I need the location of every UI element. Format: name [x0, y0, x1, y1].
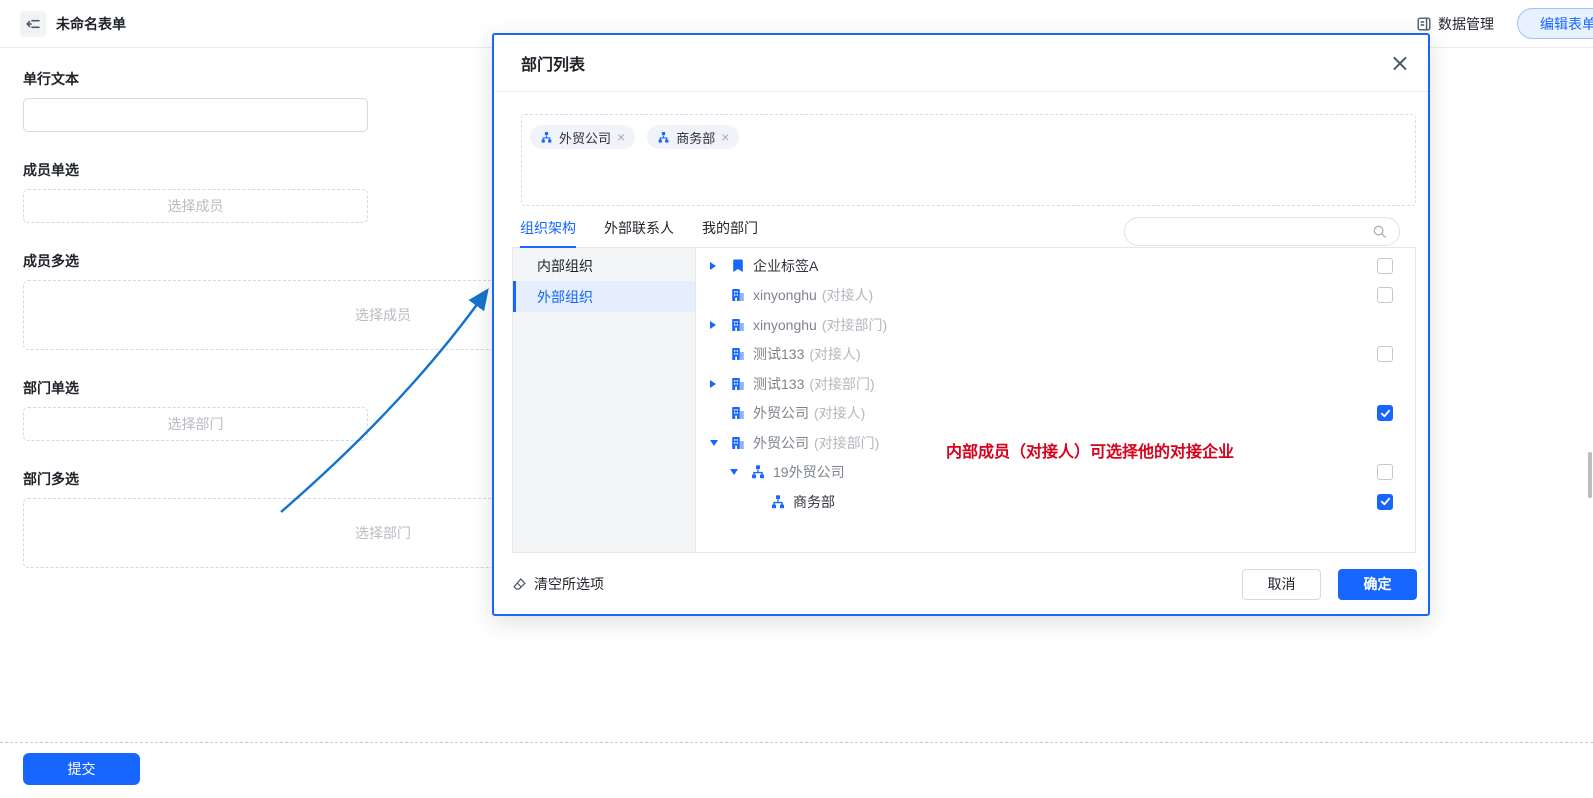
data-manage-label: 数据管理 [1438, 14, 1494, 34]
text-input[interactable] [23, 98, 368, 132]
node-name: 外贸公司 [753, 433, 809, 453]
building-icon [730, 346, 746, 362]
expand-arrow-icon[interactable] [710, 321, 730, 329]
select-box[interactable]: 选择成员 [23, 189, 368, 223]
checkbox[interactable] [1377, 405, 1393, 421]
close-icon[interactable]: × [1390, 51, 1410, 75]
tab-item[interactable]: 外部联系人 [604, 218, 674, 247]
tree-row[interactable]: 19外贸公司 [696, 458, 1415, 488]
remove-tag-icon[interactable]: × [617, 129, 625, 145]
tag-label: 外贸公司 [559, 128, 611, 147]
expand-arrow-icon[interactable] [710, 262, 730, 270]
tree-row[interactable]: 测试133(对接部门) [696, 369, 1415, 399]
org-sidebar: 内部组织外部组织 [513, 248, 696, 552]
building-icon [730, 405, 746, 421]
topbar-actions: 数据管理 编辑表单 [1416, 8, 1593, 39]
data-manage-button[interactable]: 数据管理 [1416, 14, 1494, 34]
node-name: xinyonghu [753, 317, 817, 333]
expand-arrow-icon[interactable] [730, 469, 750, 475]
org-structure-panel: 内部组织外部组织 内部成员（对接人）可选择他的对接企业 企业标签Axinyong… [512, 248, 1416, 553]
edit-form-button[interactable]: 编辑表单 [1517, 8, 1593, 39]
placeholder-text: 选择成员 [355, 305, 411, 325]
clear-selection-button[interactable]: 清空所选项 [512, 574, 604, 594]
tree-row[interactable]: 商务部 [696, 487, 1415, 517]
tab-active[interactable]: 组织架构 [520, 218, 576, 248]
checkbox[interactable] [1377, 464, 1393, 480]
node-name: 商务部 [793, 492, 835, 512]
tree-row[interactable]: 测试133(对接人) [696, 340, 1415, 370]
collapse-back-icon[interactable] [20, 11, 46, 37]
modal-title: 部门列表 [521, 51, 585, 75]
page-scrollbar-thumb[interactable] [1588, 452, 1592, 498]
selected-tags-area: 外贸公司 × 商务部 × [521, 114, 1416, 206]
checkbox[interactable] [1377, 258, 1393, 274]
tree-row[interactable]: 外贸公司(对接部门) [696, 428, 1415, 458]
tag-label: 商务部 [676, 128, 715, 147]
node-suffix: (对接部门) [822, 315, 887, 335]
building-icon [730, 317, 746, 333]
submit-button[interactable]: 提交 [23, 753, 140, 785]
search-field[interactable] [1137, 223, 1372, 240]
placeholder-text: 选择部门 [355, 523, 411, 543]
form-document-icon [1416, 16, 1432, 32]
sidebar-item[interactable]: 内部组织 [513, 250, 695, 281]
node-name: 企业标签A [753, 256, 818, 276]
cancel-button[interactable]: 取消 [1242, 569, 1321, 600]
search-icon [1372, 224, 1387, 239]
select-box[interactable]: 选择部门 [23, 407, 368, 441]
page-title: 未命名表单 [56, 14, 126, 34]
tree-row[interactable]: xinyonghu (对接部门) [696, 310, 1415, 340]
sidebar-item[interactable]: 外部组织 [513, 281, 695, 312]
node-suffix: (对接人) [822, 285, 873, 305]
tree-row[interactable]: xinyonghu (对接人) [696, 281, 1415, 311]
node-suffix: (对接人) [814, 403, 865, 423]
expand-arrow-icon[interactable] [710, 380, 730, 388]
expand-arrow-icon[interactable] [710, 440, 730, 446]
node-name: xinyonghu [753, 287, 817, 303]
tab-item[interactable]: 我的部门 [702, 218, 758, 247]
modal-header: 部门列表 × [494, 35, 1428, 92]
org-tree: 内部成员（对接人）可选择他的对接企业 企业标签Axinyonghu(对接人)xi… [696, 248, 1415, 552]
tree-row[interactable]: 外贸公司(对接人) [696, 399, 1415, 429]
form-footer-divider [0, 742, 1593, 743]
clear-selection-label: 清空所选项 [534, 574, 604, 594]
node-suffix: (对接部门) [809, 374, 874, 394]
search-input[interactable] [1124, 217, 1400, 246]
selected-tag: 外贸公司 × [530, 125, 635, 149]
department-list-modal: 部门列表 × 外贸公司 × 商务部 × 组织架构外部联系人我的部门 内部组织外部组织 … [492, 33, 1430, 616]
node-name: 外贸公司 [753, 403, 809, 423]
org-icon [750, 464, 766, 480]
node-suffix: (对接部门) [814, 433, 879, 453]
node-suffix: (对接人) [809, 344, 860, 364]
building-icon [730, 287, 746, 303]
node-name: 19外贸公司 [773, 462, 845, 482]
org-icon [770, 494, 786, 510]
checkbox[interactable] [1377, 346, 1393, 362]
node-name: 测试133 [753, 344, 804, 364]
confirm-button[interactable]: 确定 [1338, 569, 1417, 600]
modal-tabs: 组织架构外部联系人我的部门 [512, 215, 1416, 248]
checkbox[interactable] [1377, 287, 1393, 303]
selected-tag: 商务部 × [647, 125, 739, 149]
building-icon [730, 435, 746, 451]
org-icon [540, 131, 553, 144]
modal-footer: 清空所选项 取消 确定 [494, 553, 1428, 615]
eraser-icon [512, 577, 527, 592]
bookmark-icon [730, 258, 746, 274]
org-icon [657, 131, 670, 144]
placeholder-text: 选择部门 [168, 414, 224, 434]
building-icon [730, 376, 746, 392]
placeholder-text: 选择成员 [168, 196, 224, 216]
tree-row[interactable]: 企业标签A [696, 251, 1415, 281]
node-name: 测试133 [753, 374, 804, 394]
remove-tag-icon[interactable]: × [721, 129, 729, 145]
checkbox[interactable] [1377, 494, 1393, 510]
